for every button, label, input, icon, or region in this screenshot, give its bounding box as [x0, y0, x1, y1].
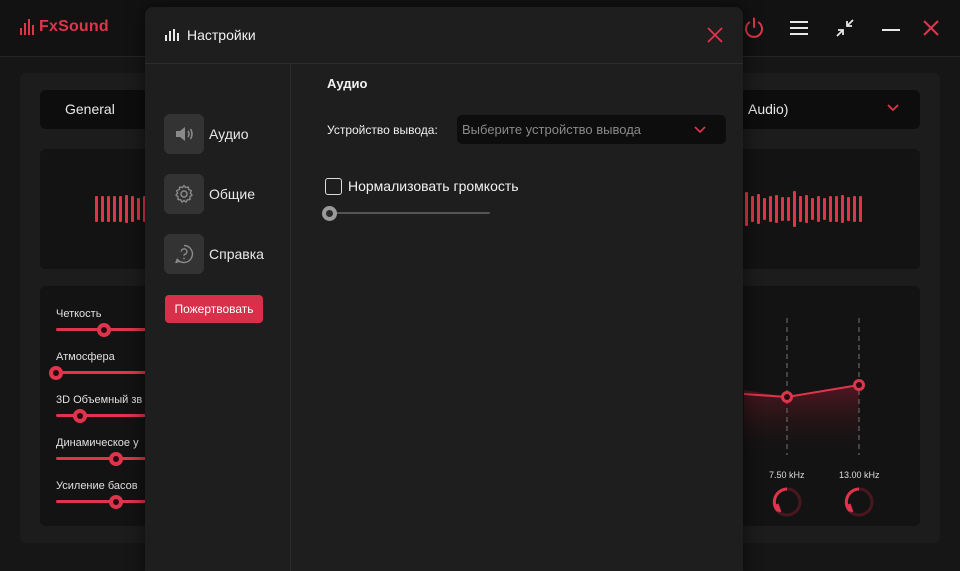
sidebar-item-audio[interactable]: Аудио: [164, 114, 249, 154]
minimize-button[interactable]: [878, 15, 904, 41]
section-title: Аудио: [327, 76, 368, 91]
eq-band-freq: 13.00 kHz: [839, 470, 880, 480]
logo-bars-icon: [20, 19, 34, 35]
gear-icon: [164, 174, 204, 214]
audio-settings-pane: Аудио Устройство вывода: Выберите устрой…: [292, 64, 743, 571]
output-device-label: Audio): [748, 101, 789, 117]
sidebar-item-label: Справка: [209, 246, 264, 262]
sidebar-item-label: Аудио: [209, 126, 249, 142]
normalize-volume-checkbox[interactable]: [325, 178, 342, 195]
minimize-window-icon: [836, 19, 854, 37]
effect-track[interactable]: [56, 457, 146, 460]
sidebar-item-label: Общие: [209, 186, 256, 202]
effect-track[interactable]: [56, 414, 146, 417]
effect-label: Усиление басов: [56, 480, 138, 492]
close-settings-icon[interactable]: [706, 26, 724, 44]
effect-slider-thumb[interactable]: [109, 495, 124, 509]
effect-label: Четкость: [56, 308, 102, 320]
minimize-icon: [882, 29, 900, 31]
settings-sidebar: Аудио Общие Справка Пожертвовать: [145, 64, 291, 571]
chevron-down-icon: [887, 104, 899, 112]
logo-text: FxSound: [39, 18, 109, 35]
output-device-placeholder: Выберите устройство вывода: [462, 122, 642, 137]
effect-dynamic: Динамическое у: [56, 437, 146, 466]
effect-track[interactable]: [56, 371, 146, 374]
normalize-volume-slider-track[interactable]: [327, 212, 490, 214]
effect-slider-thumb[interactable]: [49, 366, 63, 380]
settings-logo-icon: [165, 29, 179, 41]
waveform-right: [745, 149, 862, 269]
power-button[interactable]: [741, 15, 767, 41]
effect-track[interactable]: [56, 500, 146, 503]
close-app-button[interactable]: [918, 15, 944, 41]
settings-dialog: Настройки Аудио Общие Справка Пожертвова…: [145, 7, 743, 571]
donate-button[interactable]: Пожертвовать: [165, 295, 263, 323]
effect-surround: 3D Объемный зв: [56, 394, 146, 423]
output-device-select[interactable]: Выберите устройство вывода: [457, 115, 726, 144]
eq-band-freq: 7.50 kHz: [769, 470, 805, 480]
effect-clarity: Четкость: [56, 308, 146, 337]
preset-label: General: [65, 101, 115, 117]
eq-curve-graph: [743, 318, 874, 517]
sidebar-item-help[interactable]: Справка: [164, 234, 264, 274]
effect-label: 3D Объемный зв: [56, 394, 143, 406]
help-icon: [164, 234, 204, 274]
effect-ambience: Атмосфера: [49, 351, 146, 380]
normalize-volume-label[interactable]: Нормализовать громкость: [348, 178, 519, 194]
compact-view-button[interactable]: [832, 15, 858, 41]
effect-bass: Усиление басов: [56, 480, 146, 509]
app-logo: FxSound: [20, 18, 109, 36]
settings-header: Настройки: [145, 7, 743, 64]
sidebar-item-general[interactable]: Общие: [164, 174, 255, 214]
output-device-label: Устройство вывода:: [327, 123, 438, 137]
equalizer: 7.50 kHz 13.00 kHz: [743, 290, 920, 526]
effect-slider-thumb[interactable]: [109, 452, 124, 466]
close-icon: [923, 20, 939, 36]
menu-button[interactable]: [786, 15, 812, 41]
chevron-down-icon: [694, 126, 706, 134]
effect-slider-thumb[interactable]: [96, 323, 111, 337]
effect-slider-thumb[interactable]: [73, 409, 88, 423]
power-icon: [745, 17, 763, 38]
normalize-volume-slider-thumb[interactable]: [322, 206, 337, 221]
menu-icon: [790, 21, 808, 35]
settings-title: Настройки: [187, 27, 256, 43]
effect-label: Динамическое у: [56, 437, 139, 449]
speaker-icon: [164, 114, 204, 154]
effect-label: Атмосфера: [56, 351, 115, 363]
